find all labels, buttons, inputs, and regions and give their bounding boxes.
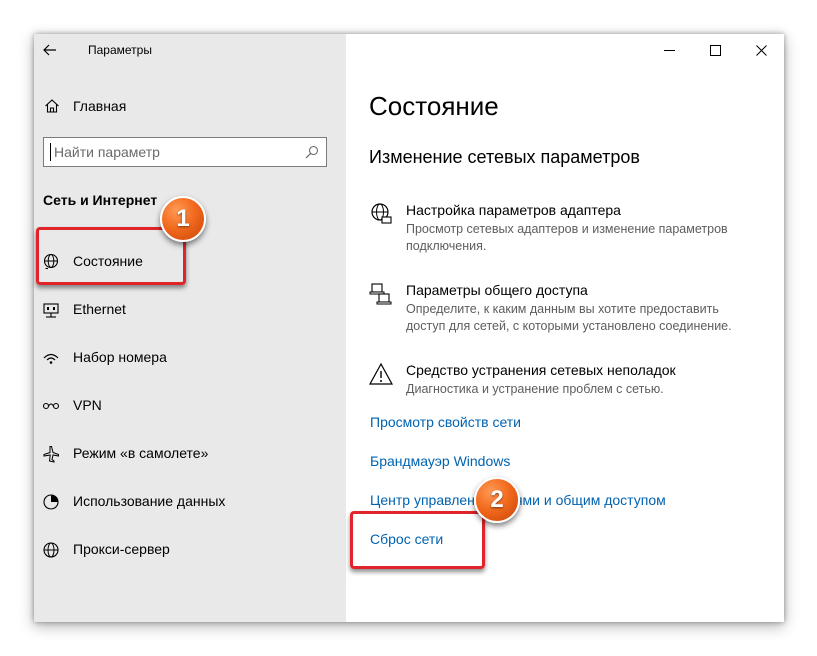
sidebar: Параметры Главная Сеть и Интернет — [34, 34, 346, 622]
titlebar-left: Параметры — [34, 34, 346, 66]
sidebar-item-data-usage[interactable]: Использование данных — [34, 478, 346, 526]
sidebar-item-airplane[interactable]: Режим «в самолете» — [34, 430, 346, 478]
section-title: Сеть и Интернет — [43, 192, 158, 208]
sidebar-item-label: Использование данных — [73, 493, 226, 509]
warning-icon — [369, 362, 393, 385]
option-description: Просмотр сетевых адаптеров и изменение п… — [406, 222, 728, 253]
highlight-box-status — [36, 227, 186, 285]
window-controls — [646, 34, 784, 66]
sidebar-item-vpn[interactable]: VPN — [34, 382, 346, 430]
nav-home-label: Главная — [73, 98, 127, 114]
sidebar-item-label: VPN — [73, 397, 102, 413]
option-description: Определите, к каким данным вы хотите пре… — [406, 302, 732, 333]
sidebar-item-label: Прокси-сервер — [73, 541, 170, 557]
airplane-icon — [43, 446, 59, 463]
sidebar-item-label: Набор номера — [73, 349, 167, 365]
data-usage-icon — [43, 494, 59, 510]
ethernet-icon — [43, 303, 59, 318]
section-subtitle: Изменение сетевых параметров — [369, 147, 640, 167]
option-description: Диагностика и устранение проблем с сетью… — [406, 382, 664, 396]
close-button[interactable] — [738, 34, 784, 66]
close-icon — [755, 44, 767, 56]
search-box[interactable] — [43, 137, 327, 167]
dialup-icon — [43, 353, 59, 364]
minimize-icon — [663, 49, 675, 51]
step-badge-1: 1 — [160, 196, 206, 242]
sidebar-item-proxy[interactable]: Прокси-сервер — [34, 526, 346, 574]
option-sharing-settings[interactable]: Параметры общего доступа Определите, к к… — [369, 282, 769, 333]
page-title: Состояние — [369, 91, 499, 121]
step-badge-2: 2 — [474, 477, 520, 523]
back-button[interactable] — [34, 34, 66, 66]
maximize-icon — [709, 44, 721, 56]
sharing-icon — [369, 283, 392, 305]
option-title: Настройка параметров адаптера — [406, 202, 621, 218]
option-title: Параметры общего доступа — [406, 282, 588, 298]
option-troubleshooter[interactable]: Средство устранения сетевых неполадок Ди… — [369, 362, 769, 398]
sidebar-item-ethernet[interactable]: Ethernet — [34, 286, 346, 334]
globe-icon — [43, 542, 59, 558]
home-icon — [45, 99, 59, 113]
minimize-button[interactable] — [646, 34, 692, 66]
sidebar-item-dialup[interactable]: Набор номера — [34, 334, 346, 382]
app-title: Параметры — [88, 43, 152, 57]
sidebar-item-label: Режим «в самолете» — [73, 445, 209, 461]
search-icon[interactable] — [305, 145, 319, 159]
adapter-globe-icon — [371, 203, 392, 224]
back-arrow-icon — [43, 44, 56, 56]
maximize-button[interactable] — [692, 34, 738, 66]
link-network-properties[interactable]: Просмотр свойств сети — [370, 414, 521, 430]
vpn-icon — [42, 402, 60, 410]
search-input[interactable] — [44, 138, 304, 166]
option-adapter-settings[interactable]: Настройка параметров адаптера Просмотр с… — [369, 202, 769, 253]
nav-list: Состояние Ethernet Набор номера VPN Режи… — [34, 238, 346, 574]
nav-home[interactable]: Главная — [34, 90, 346, 122]
sidebar-item-label: Ethernet — [73, 301, 126, 317]
link-windows-firewall[interactable]: Брандмауэр Windows — [370, 453, 510, 469]
option-title: Средство устранения сетевых неполадок — [406, 362, 676, 378]
highlight-box-reset — [350, 511, 485, 569]
